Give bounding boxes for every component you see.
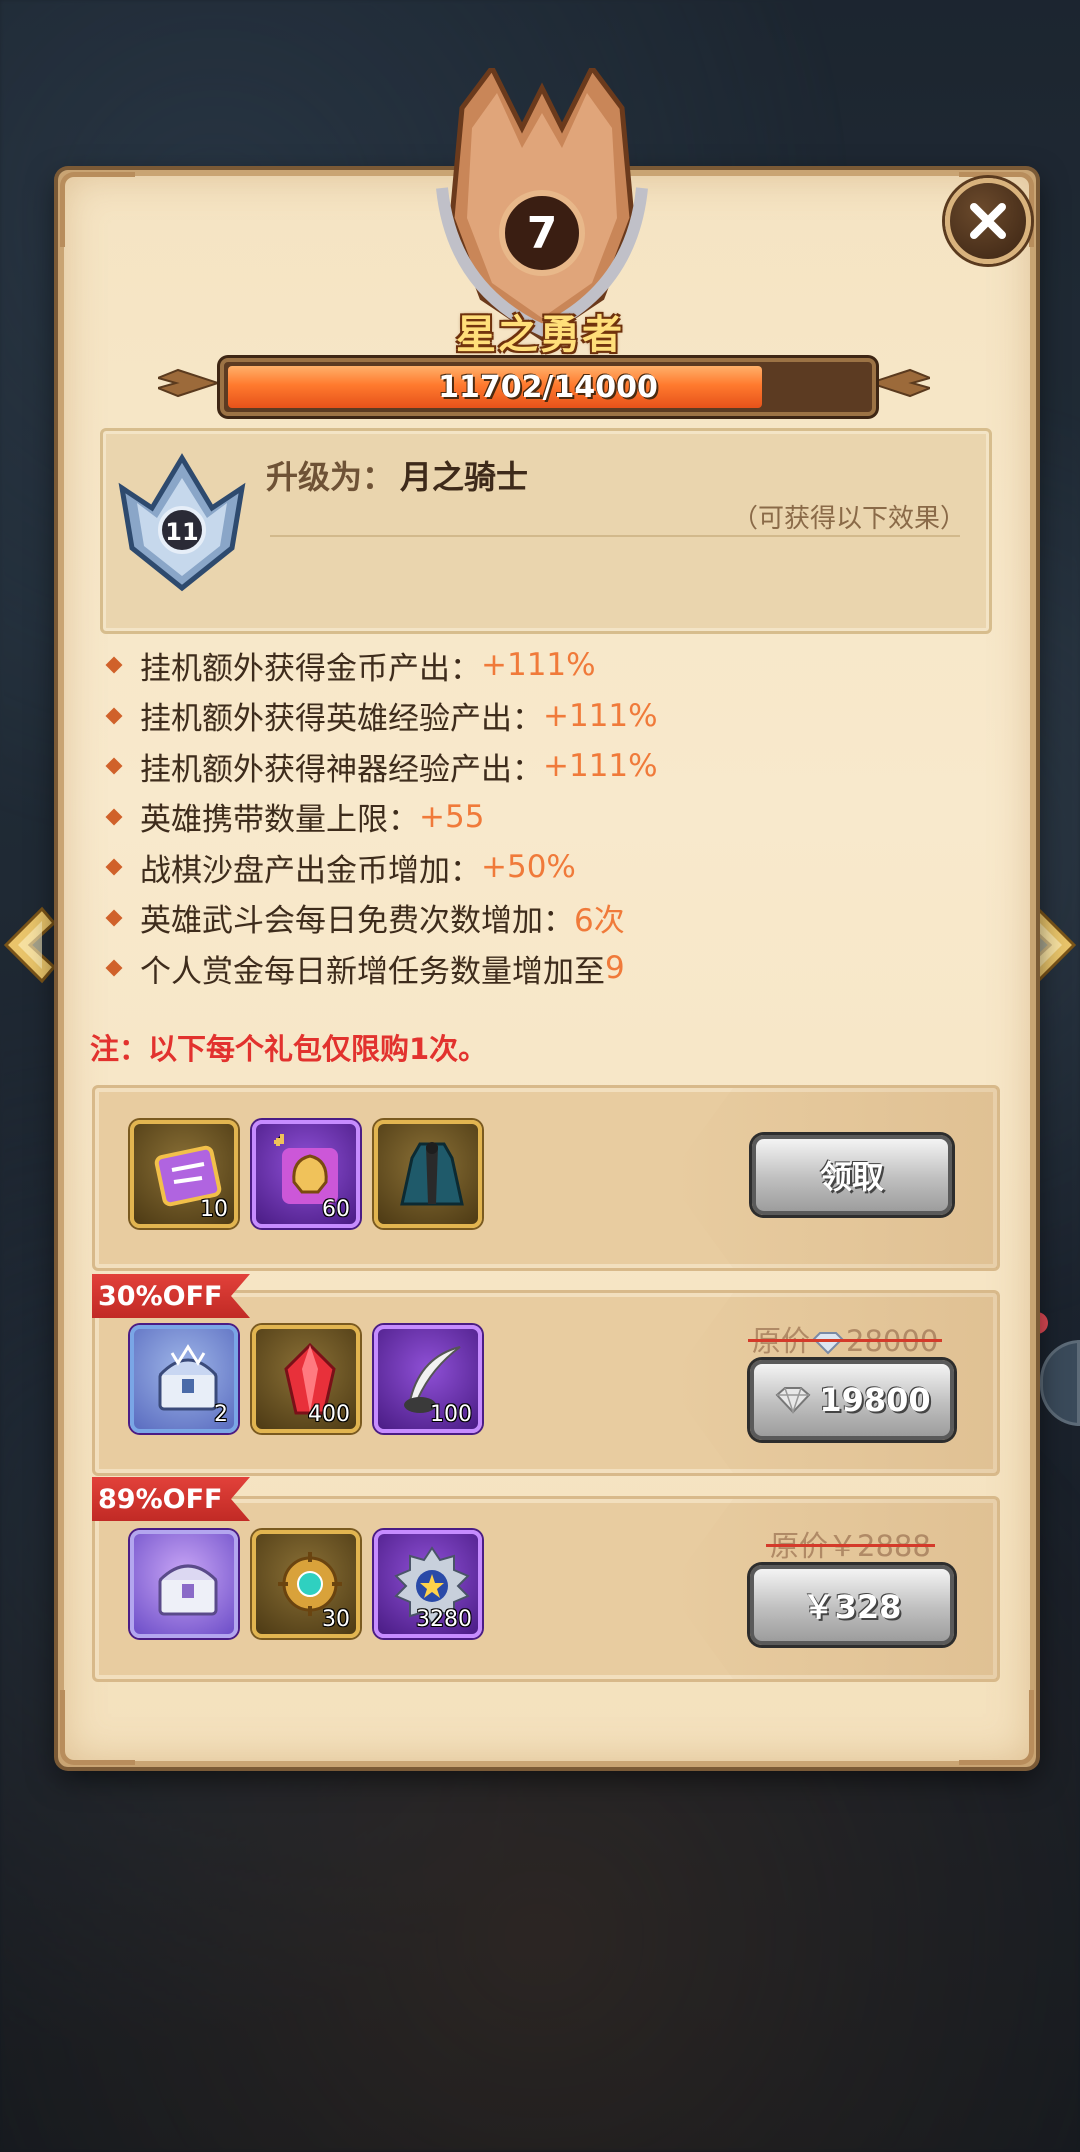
close-icon — [970, 203, 1006, 239]
discount-tag: 89%OFF — [92, 1477, 250, 1521]
original-price: 原价￥2888 — [766, 1523, 935, 1565]
pack-item[interactable]: 2 — [130, 1325, 238, 1433]
rank-title: 星之勇者 — [456, 312, 624, 358]
divider — [270, 535, 960, 537]
hero-costume-icon — [400, 1142, 464, 1206]
original-price: 原价 28000 — [748, 1318, 943, 1360]
bullet-icon — [105, 707, 123, 725]
panel-corner — [60, 1690, 135, 1765]
pack-item[interactable]: 400 — [252, 1325, 360, 1433]
wing-ornament-icon — [870, 368, 930, 398]
diamond-icon — [775, 1387, 811, 1414]
pack-item[interactable]: 3280 — [374, 1530, 482, 1638]
effects-list: 挂机额外获得金币产出： +111% 挂机额外获得英雄经验产出： +111% 挂机额外… — [100, 640, 980, 994]
pack-item[interactable]: 10 — [130, 1120, 238, 1228]
item-count: 3280 — [416, 1607, 472, 1632]
upgrade-label: 升级为： — [266, 458, 395, 496]
effect-item: 个人赏金每日新增任务数量增加至 9 — [100, 943, 980, 994]
pack-item[interactable]: 60 — [252, 1120, 360, 1228]
next-rank-badge-icon: 11 — [118, 453, 246, 592]
item-count: 30 — [322, 1607, 350, 1632]
rank-progress-bar: 11702/14000 — [220, 358, 876, 416]
rank-level: 7 — [527, 208, 558, 259]
item-count: 400 — [308, 1402, 350, 1427]
bullet-icon — [105, 959, 123, 977]
item-count: 60 — [322, 1197, 350, 1222]
panel-corner — [959, 1690, 1034, 1765]
silver-chest-icon — [158, 1564, 218, 1616]
pack-item[interactable]: 30 — [252, 1530, 360, 1638]
next-rank-level: 11 — [165, 518, 198, 546]
strikethrough — [766, 1544, 935, 1547]
effect-item: 挂机额外获得金币产出： +111% — [100, 640, 980, 691]
effect-item: 挂机额外获得英雄经验产出： +111% — [100, 691, 980, 742]
buy-button-diamonds[interactable]: 19800 — [750, 1360, 954, 1440]
effect-item: 战棋沙盘产出金币增加： +50% — [100, 842, 980, 893]
price-label: ￥328 — [802, 1588, 902, 1626]
effect-item: 挂机额外获得神器经验产出： +111% — [100, 741, 980, 792]
upgrade-target-rank: 月之骑士 — [400, 458, 529, 496]
pack-item[interactable]: 100 — [374, 1325, 482, 1433]
bullet-icon — [105, 757, 123, 775]
price-label: 19800 — [819, 1381, 931, 1419]
buy-button-cash[interactable]: ￥328 — [750, 1565, 954, 1645]
claim-button[interactable]: 领取 — [752, 1135, 952, 1215]
bullet-icon — [105, 808, 123, 826]
pack-item[interactable] — [374, 1120, 482, 1228]
panel-corner — [60, 172, 135, 247]
bullet-icon — [105, 656, 123, 674]
effect-item: 英雄武斗会每日免费次数增加： 6次 — [100, 893, 980, 944]
effect-item: 英雄携带数量上限： +55 — [100, 792, 980, 843]
close-button[interactable] — [945, 178, 1031, 264]
strikethrough — [748, 1339, 943, 1342]
bullet-icon — [105, 858, 123, 876]
item-count: 100 — [430, 1402, 472, 1427]
progress-text: 11702/14000 — [438, 369, 658, 405]
pack-item[interactable] — [130, 1530, 238, 1638]
discount-tag: 30%OFF — [92, 1274, 250, 1318]
bullet-icon — [105, 909, 123, 927]
diamond-icon — [812, 1332, 844, 1355]
wing-ornament-icon — [158, 368, 218, 398]
purchase-limit-note: 注：以下每个礼包仅限购1次。 — [90, 1032, 488, 1066]
item-count: 10 — [200, 1197, 228, 1222]
prev-rank-arrow-icon[interactable] — [2, 905, 58, 985]
item-count: 2 — [214, 1402, 228, 1427]
upgrade-note: （可获得以下效果） — [731, 504, 966, 534]
